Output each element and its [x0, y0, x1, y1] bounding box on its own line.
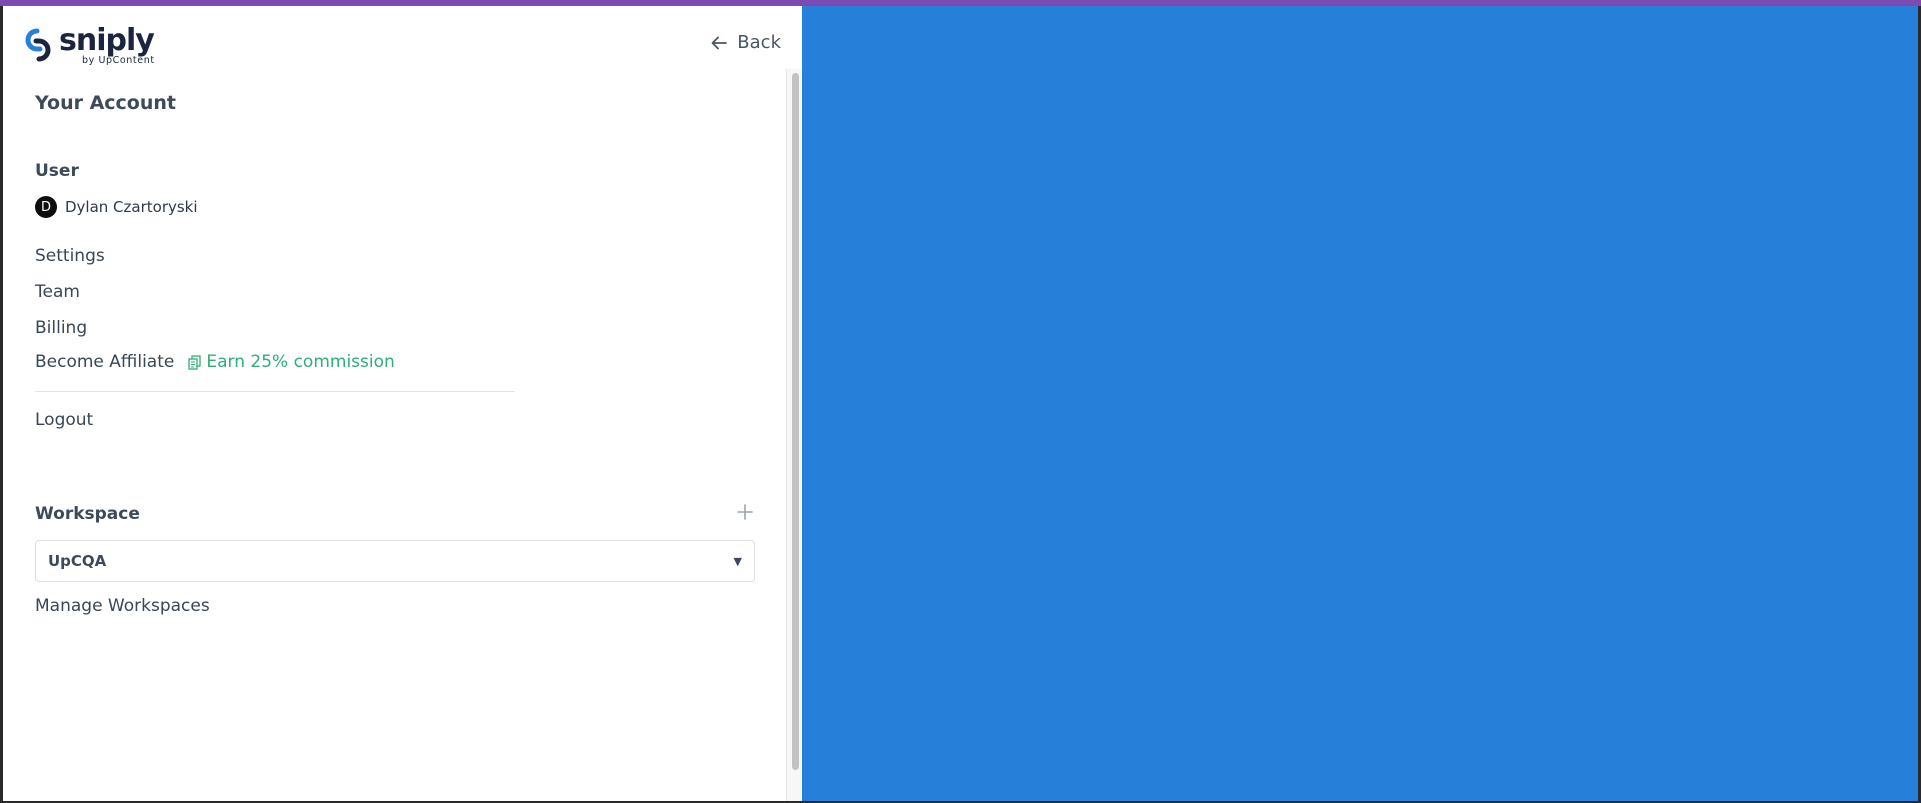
add-workspace-button[interactable] [735, 502, 755, 522]
logout-link[interactable]: Logout [35, 410, 93, 430]
scrollbar-thumb[interactable] [792, 73, 799, 770]
commission-link[interactable]: Earn 25% commission [188, 352, 395, 372]
back-button[interactable]: Back [711, 32, 781, 53]
workspace-heading: Workspace [35, 504, 140, 524]
billing-link[interactable]: Billing [35, 318, 87, 338]
affiliate-row: Become Affiliate Earn 25% commission [35, 352, 395, 372]
become-affiliate-link[interactable]: Become Affiliate [35, 352, 174, 372]
manage-workspaces-link[interactable]: Manage Workspaces [35, 596, 210, 616]
copy-icon [188, 354, 202, 370]
team-link[interactable]: Team [35, 282, 80, 302]
user-info: D Dylan Czartoryski [35, 196, 198, 218]
account-panel: sniply by UpContent Back Your Account Us… [3, 6, 802, 801]
page-preview-area [802, 6, 1918, 801]
sniply-logo[interactable]: sniply by UpContent [23, 26, 155, 72]
scrollbar[interactable] [786, 69, 802, 801]
divider [35, 391, 515, 392]
commission-label: Earn 25% commission [206, 352, 395, 372]
user-name: Dylan Czartoryski [65, 198, 198, 216]
avatar: D [35, 196, 57, 218]
user-heading: User [35, 161, 79, 181]
workspace-selected-value: UpCQA [48, 552, 107, 570]
logo-subtitle: by UpContent [82, 55, 155, 66]
logo-wordmark: sniply [59, 23, 155, 58]
page-title: Your Account [35, 92, 176, 114]
settings-link[interactable]: Settings [35, 246, 105, 266]
caret-down-icon: ▼ [733, 554, 742, 568]
workspace-select[interactable]: UpCQA ▼ [35, 540, 755, 582]
arrow-left-icon [711, 36, 728, 49]
back-label: Back [737, 32, 781, 53]
sniply-logo-icon [25, 28, 51, 62]
